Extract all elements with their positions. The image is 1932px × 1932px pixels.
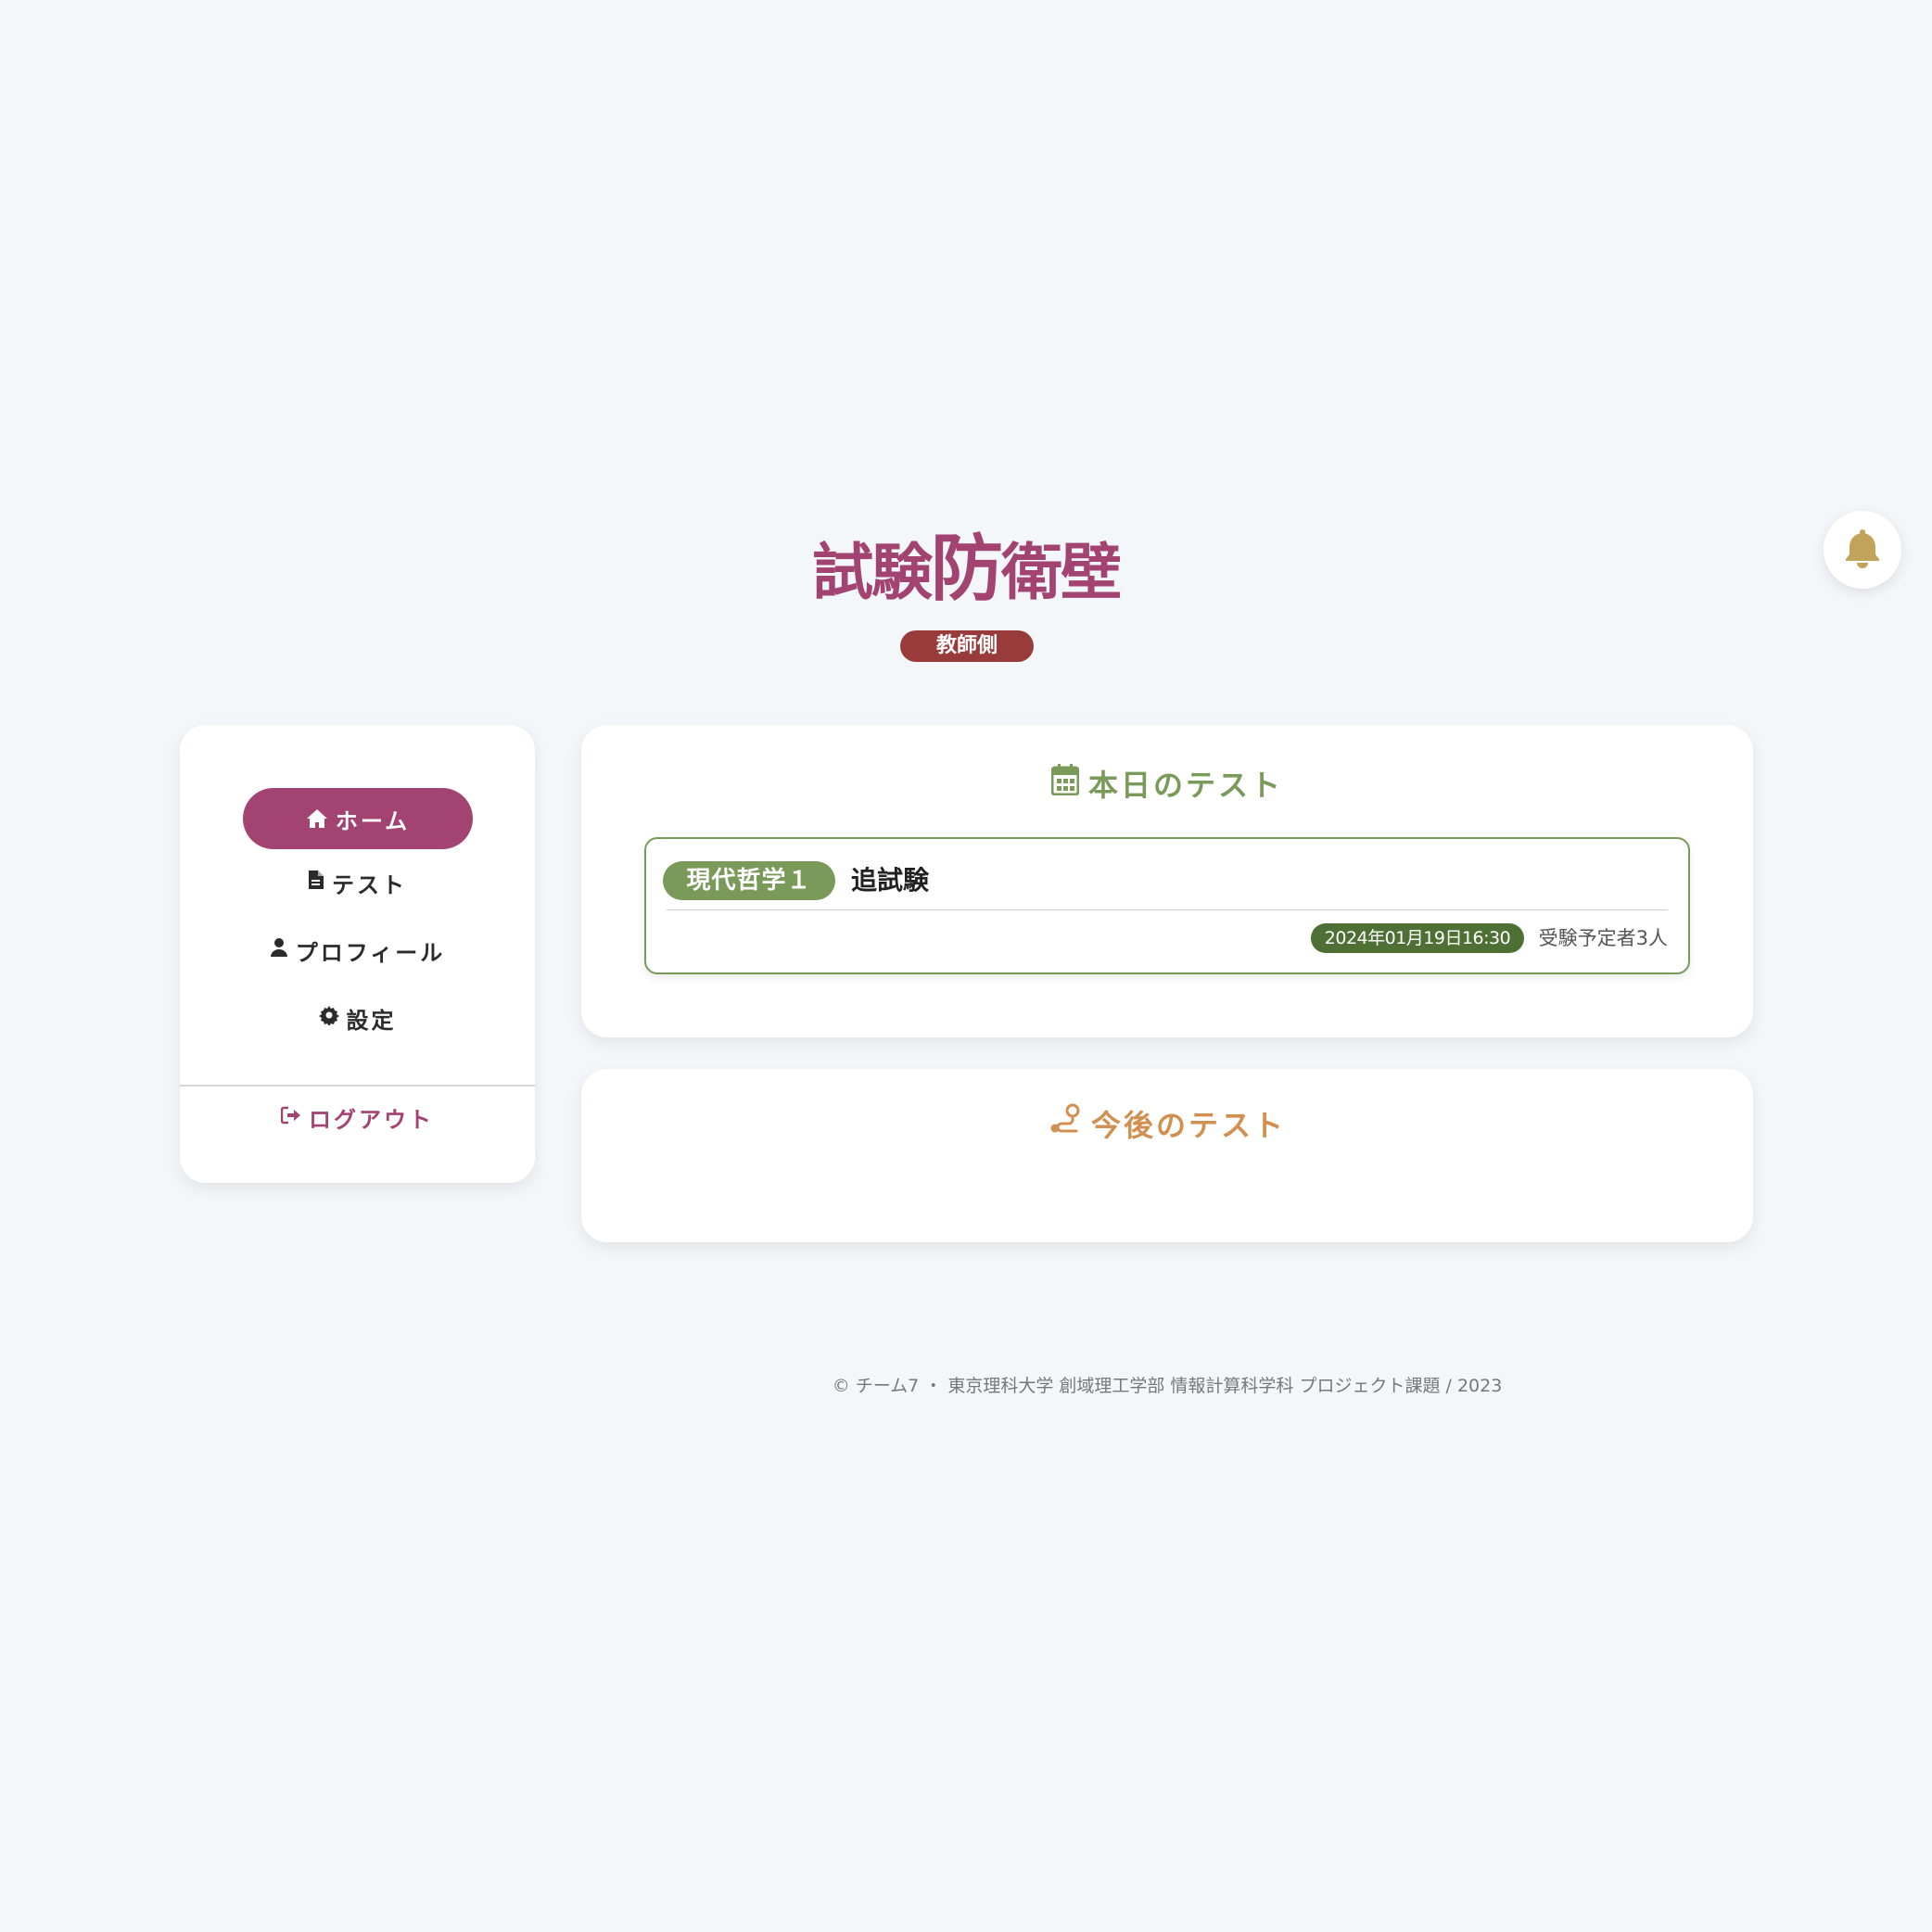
- sidebar-item-label: テスト: [332, 871, 407, 898]
- test-item-divider: [667, 909, 1668, 910]
- gear-icon: [318, 1005, 339, 1031]
- today-tests-card: 本日のテスト 現代哲学１ 追試験 2024年01月19日16:30 受験予定者3…: [581, 725, 1753, 1037]
- logout-button[interactable]: ログアウト: [180, 1092, 535, 1142]
- today-tests-title-text: 本日のテスト: [1087, 768, 1283, 803]
- future-tests-title-text: 今後のテスト: [1090, 1108, 1286, 1143]
- bell-icon: [1844, 527, 1881, 572]
- logout-label: ログアウト: [309, 1106, 434, 1133]
- sidebar-divider: [180, 1085, 535, 1087]
- logo-text-3: 衛壁: [1001, 537, 1122, 608]
- logo-text-2: 防: [930, 527, 1003, 611]
- route-icon: [1049, 1103, 1082, 1144]
- sidebar-nav: ホーム テストプロフィール 設定ログアウト: [180, 725, 535, 1183]
- examinee-count: 受験予定者3人: [1538, 927, 1668, 949]
- home-icon: [306, 808, 328, 829]
- file-icon: [308, 870, 324, 896]
- test-item[interactable]: 現代哲学１ 追試験 2024年01月19日16:30 受験予定者3人: [644, 837, 1690, 974]
- logo-text-1: 試験: [811, 537, 933, 608]
- sidebar-item-label: ホーム: [335, 807, 411, 834]
- role-badge: 教師側: [900, 630, 1034, 662]
- sidebar-item-label: プロフィール: [295, 939, 446, 966]
- test-type: 追試験: [851, 865, 930, 896]
- sidebar-item-settings[interactable]: 設定: [180, 993, 535, 1043]
- test-datetime-badge: 2024年01月19日16:30: [1311, 923, 1524, 953]
- future-tests-card: 今後のテスト: [581, 1069, 1753, 1242]
- sidebar-item-home[interactable]: ホーム: [243, 788, 473, 849]
- sidebar-item-test[interactable]: テスト: [180, 858, 535, 908]
- app-logo[interactable]: 試験防衛壁: [0, 530, 1932, 612]
- today-tests-title: 本日のテスト: [581, 762, 1753, 805]
- notification-button[interactable]: [1824, 511, 1901, 589]
- footer: © チーム7 ・ 東京理科大学 創域理工学部 情報計算科学科 プロジェクト課題 …: [832, 1376, 1503, 1396]
- calendar-icon: [1050, 764, 1080, 803]
- sidebar-item-profile[interactable]: プロフィール: [180, 925, 535, 975]
- subject-badge: 現代哲学１: [663, 861, 835, 900]
- sign-out-icon: [280, 1104, 301, 1130]
- future-tests-title: 今後のテスト: [581, 1102, 1753, 1145]
- sidebar-item-label: 設定: [346, 1007, 397, 1034]
- user-icon: [270, 937, 288, 963]
